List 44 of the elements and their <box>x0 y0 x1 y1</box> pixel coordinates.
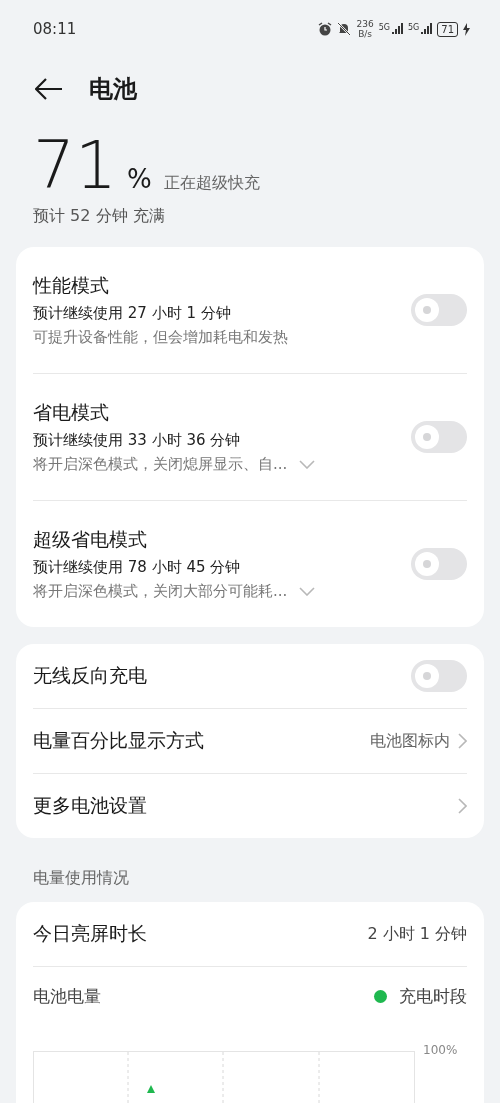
battery-level: 71 <box>437 21 458 37</box>
mode-title: 超级省电模式 <box>33 527 148 552</box>
chevron-right-icon <box>458 733 467 749</box>
setting-label[interactable]: 无线反向充电 <box>33 663 403 689</box>
battery-level-label: 电池电量 <box>33 984 101 1008</box>
toggle-switch[interactable] <box>411 294 467 326</box>
charging-status: 正在超级快充 <box>163 173 260 194</box>
battery-percentage: 71 <box>33 126 117 206</box>
speed-unit: B/s <box>358 29 373 39</box>
toggle-switch[interactable] <box>411 421 467 453</box>
section-title: 电量使用情况 <box>32 867 130 889</box>
setting-label[interactable]: 更多电池设置 <box>33 793 450 819</box>
mode-description: 可提升设备性能，但会增加耗电和发热 <box>33 328 288 347</box>
charge-estimate: 预计 52 分钟 充满 <box>33 206 166 227</box>
axis-label: 100% <box>423 1043 458 1057</box>
setting-value: 电池图标内 <box>370 730 450 752</box>
chevron-down-icon[interactable] <box>299 460 316 469</box>
mode-description: 将开启深色模式，关闭熄屏显示、自... <box>33 455 288 474</box>
toggle-switch[interactable] <box>411 548 467 580</box>
percent-sign: % <box>127 164 152 194</box>
toggle-switch[interactable] <box>411 660 467 692</box>
mode-title: 省电模式 <box>33 400 110 425</box>
network-type: 5G <box>378 23 390 32</box>
screen-time-value: 2 小时 1 分钟 <box>367 923 467 945</box>
page-title: 电池 <box>89 74 137 105</box>
usage-estimate: 预计继续使用 78 小时 45 分钟 <box>33 558 242 577</box>
signal-icon <box>420 23 433 35</box>
usage-estimate: 预计继续使用 33 小时 36 分钟 <box>33 431 242 450</box>
muted-bell-icon <box>337 22 352 36</box>
lightning-icon <box>463 22 470 36</box>
clock-time: 08:11 <box>33 20 77 38</box>
signal-icon <box>390 23 403 35</box>
legend-label: 充电时段 <box>399 984 467 1008</box>
usage-estimate: 预计继续使用 27 小时 1 分钟 <box>33 304 232 323</box>
chevron-down-icon[interactable] <box>299 587 316 596</box>
screen-time-label: 今日亮屏时长 <box>33 921 147 946</box>
setting-label[interactable]: 电量百分比显示方式 <box>33 728 362 754</box>
alarm-clock-icon <box>318 22 333 36</box>
mode-title: 性能模式 <box>33 273 110 298</box>
network-type: 5G <box>407 23 420 32</box>
back-arrow-icon[interactable] <box>35 78 63 100</box>
network-speed: 236 <box>356 19 374 29</box>
chevron-right-icon <box>458 798 467 814</box>
mode-description: 将开启深色模式，关闭大部分可能耗... <box>33 582 288 601</box>
